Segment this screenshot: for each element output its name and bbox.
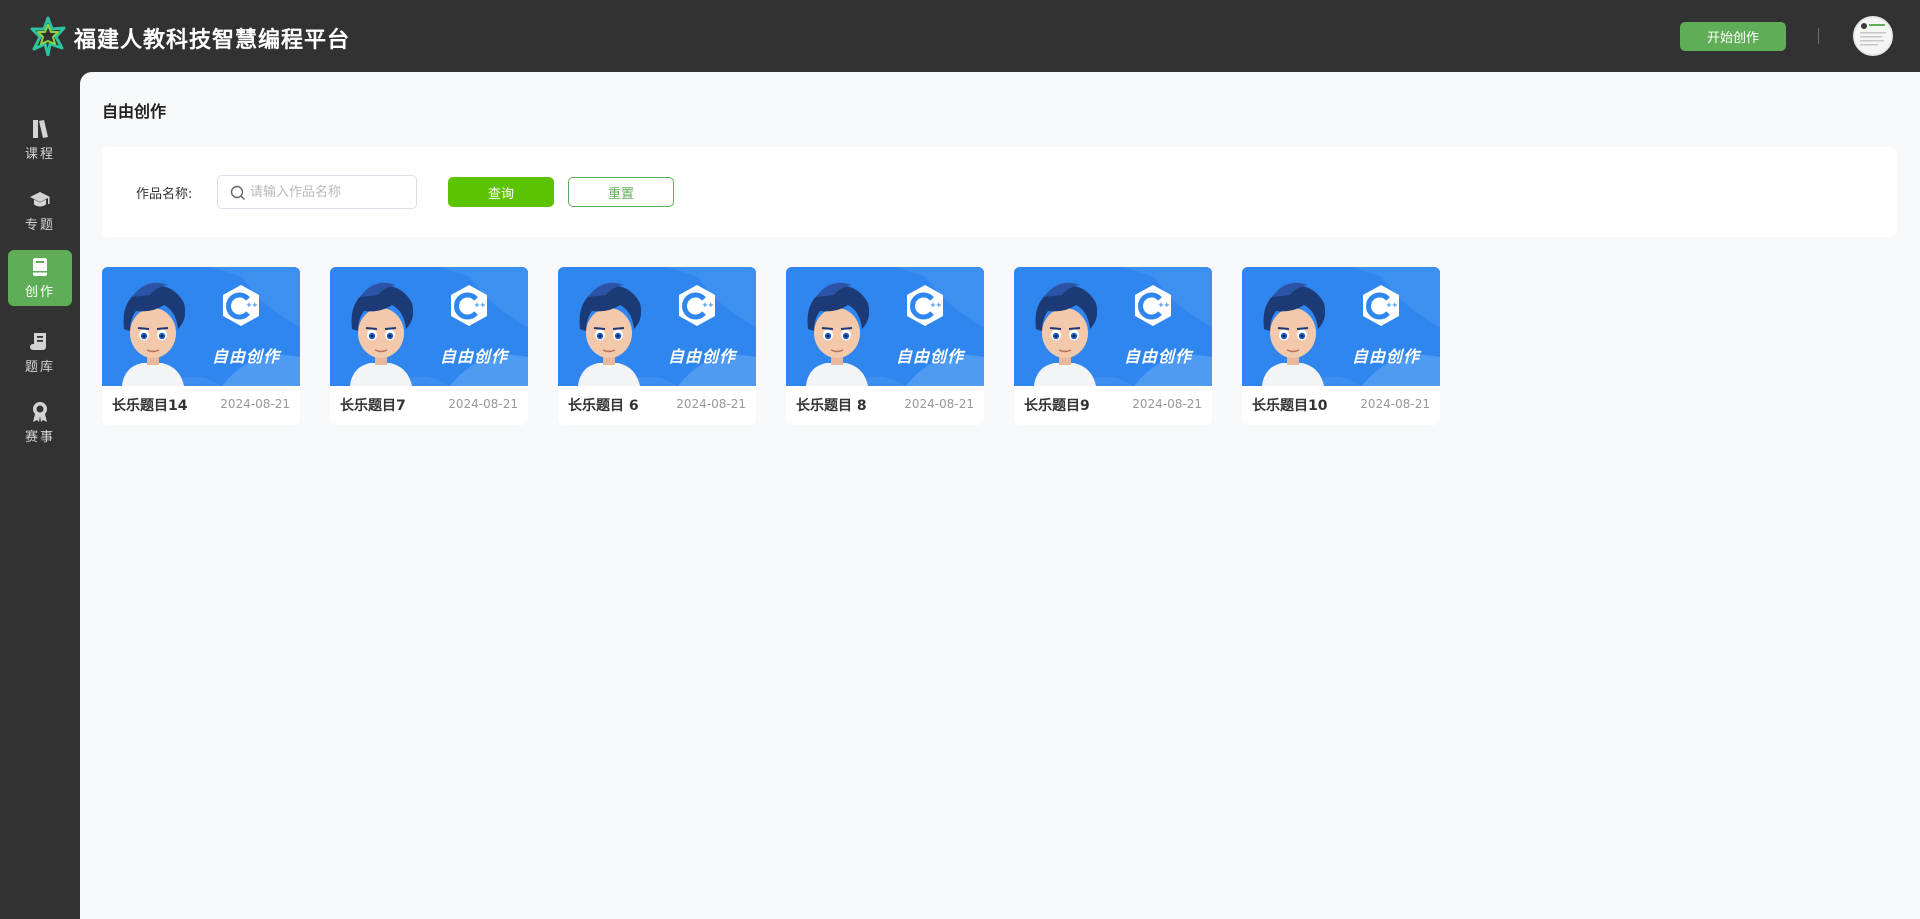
start-creating-button[interactable]: 开始创作	[1680, 22, 1786, 51]
thumbnail-caption: 自由创作	[895, 347, 964, 366]
sidebar-item-label: 课程	[24, 147, 55, 162]
work-title: 长乐题目14	[112, 398, 188, 414]
thumbnail-caption: 自由创作	[667, 347, 736, 366]
work-card[interactable]: ++ 自由创作 长乐题目 8 2024-08-21	[786, 267, 984, 425]
work-date: 2024-08-21	[1360, 397, 1430, 411]
work-title: 长乐题目7	[340, 398, 406, 414]
sidebar-item-course[interactable]: 课程	[8, 112, 72, 168]
cpp-cartoon-illustration-icon: ++	[558, 267, 756, 386]
sidebar-item-label: 专题	[24, 218, 55, 233]
sidebar-item-label: 创作	[24, 285, 55, 300]
svg-text:++: ++	[1158, 301, 1170, 309]
medal-icon	[33, 402, 47, 422]
svg-text:++: ++	[1386, 301, 1398, 309]
notebook-icon	[33, 258, 47, 276]
user-avatar[interactable]	[1853, 16, 1893, 56]
cpp-cartoon-illustration-icon: ++	[102, 267, 300, 386]
work-date: 2024-08-21	[904, 397, 974, 411]
filter-bar: 作品名称: 查询 重置	[102, 147, 1897, 237]
graduation-cap-icon	[30, 192, 50, 207]
work-card[interactable]: ++ 自由创作 长乐题目10 2024-08-21	[1242, 267, 1440, 425]
cpp-cartoon-illustration-icon: ++	[1014, 267, 1212, 386]
search-icon	[230, 185, 245, 200]
thumbnail-caption: 自由创作	[211, 347, 280, 366]
sidebar-item-label: 赛事	[24, 430, 55, 445]
work-thumbnail: ++ 自由创作	[102, 267, 300, 386]
work-card[interactable]: ++ 自由创作 长乐题目7 2024-08-21	[330, 267, 528, 425]
reset-button[interactable]: 重置	[568, 177, 674, 207]
work-title: 长乐题目10	[1252, 398, 1328, 414]
avatar-thumbnail-icon	[1855, 18, 1891, 54]
brand-title: 福建人教科技智慧编程平台	[74, 28, 351, 53]
work-title: 长乐题目9	[1024, 398, 1090, 414]
work-thumbnail: ++ 自由创作	[786, 267, 984, 386]
cpp-cartoon-illustration-icon: ++	[330, 267, 528, 386]
search-input[interactable]	[250, 177, 410, 207]
work-name-label: 作品名称:	[136, 187, 193, 202]
svg-text:++: ++	[246, 301, 258, 309]
sidebar-item-competition[interactable]: 赛事	[8, 395, 72, 451]
query-button[interactable]: 查询	[448, 177, 554, 207]
book-icon	[33, 120, 48, 138]
thumbnail-caption: 自由创作	[439, 347, 508, 366]
sidebar-item-label: 题库	[24, 360, 55, 375]
sidebar-item-question-bank[interactable]: 题库	[8, 325, 72, 381]
work-thumbnail: ++ 自由创作	[1242, 267, 1440, 386]
work-card[interactable]: ++ 自由创作 长乐题目14 2024-08-21	[102, 267, 300, 425]
cpp-cartoon-illustration-icon: ++	[786, 267, 984, 386]
svg-text:++: ++	[930, 301, 942, 309]
sidebar-item-create[interactable]: 创作	[8, 250, 72, 306]
work-title: 长乐题目 6	[568, 398, 639, 414]
work-title: 长乐题目 8	[796, 398, 867, 414]
work-card[interactable]: ++ 自由创作 长乐题目9 2024-08-21	[1014, 267, 1212, 425]
work-card[interactable]: ++ 自由创作 长乐题目 6 2024-08-21	[558, 267, 756, 425]
work-date: 2024-08-21	[676, 397, 746, 411]
top-header: 福建人教科技智慧编程平台 开始创作	[0, 0, 1920, 72]
scroll-icon	[30, 333, 46, 350]
sidebar: 课程 专题 创作 题库 赛事	[0, 72, 80, 919]
thumbnail-caption: 自由创作	[1123, 347, 1192, 366]
work-date: 2024-08-21	[1132, 397, 1202, 411]
svg-text:++: ++	[702, 301, 714, 309]
page-title: 自由创作	[102, 102, 167, 121]
work-thumbnail: ++ 自由创作	[1014, 267, 1212, 386]
svg-text:++: ++	[474, 301, 486, 309]
cpp-cartoon-illustration-icon: ++	[1242, 267, 1440, 386]
work-date: 2024-08-21	[448, 397, 518, 411]
work-date: 2024-08-21	[220, 397, 290, 411]
logo-icon	[30, 16, 66, 56]
search-field[interactable]	[217, 175, 417, 209]
work-thumbnail: ++ 自由创作	[558, 267, 756, 386]
header-divider	[1818, 28, 1819, 44]
main-panel: 自由创作 作品名称: 查询 重置	[80, 72, 1920, 919]
work-thumbnail: ++ 自由创作	[330, 267, 528, 386]
sidebar-item-topic[interactable]: 专题	[8, 183, 72, 239]
thumbnail-caption: 自由创作	[1351, 347, 1420, 366]
